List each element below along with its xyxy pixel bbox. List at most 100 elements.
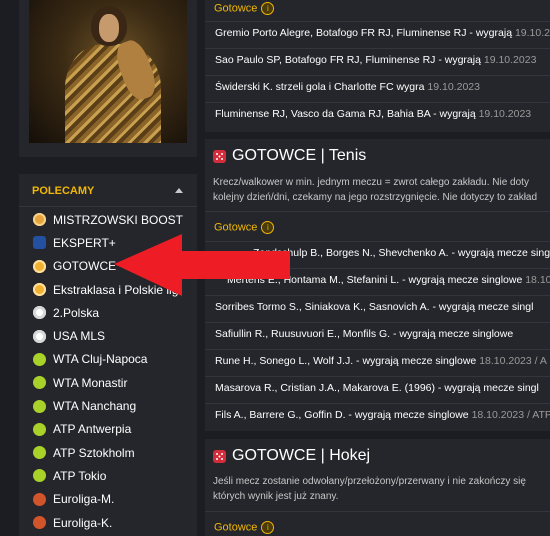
table-row[interactable]: Sao Paulo SP, Botafogo FR RJ, Fluminense… <box>205 48 550 71</box>
sidebar-item-label: Euroliga-M. <box>53 492 115 507</box>
sidebar-item-atp-sztokholm[interactable]: ATP Sztokholm <box>19 441 197 464</box>
section-title-tennis: GOTOWCE | Tenis <box>213 147 366 165</box>
bet-text: Safiullin R., Ruusuvuori E., Monfils G. … <box>215 328 514 340</box>
gotowce-label[interactable]: Gotowce i <box>214 221 275 234</box>
sidebar-item-mistrzowski-boost[interactable]: MISTRZOWSKI BOOST <box>19 208 197 231</box>
tennis-ball-icon <box>33 376 46 390</box>
sidebar-item-label: Ekstraklasa i Polskie lig <box>53 282 179 297</box>
bet-text: Gremio Porto Alegre, Botafogo FR RJ, Flu… <box>215 27 513 39</box>
table-row[interactable]: Masarova R., Cristian J.A., Makarova E. … <box>205 376 550 399</box>
bet-text: Mertens E., Hontama M., Stefanini L. - w… <box>227 274 523 286</box>
sidebar-item-label: WTA Monastir <box>53 375 128 390</box>
tennis-ball-icon <box>33 422 46 436</box>
sidebar-item-label: WTA Cluj-Napoca <box>53 352 148 367</box>
collapse-caret-icon[interactable] <box>175 188 183 193</box>
gotowce-icon <box>33 283 46 297</box>
recommended-header[interactable]: POLECAMY <box>19 174 197 207</box>
ekspert-icon <box>33 236 46 250</box>
gotowce-label[interactable]: Gotowce i <box>214 2 275 15</box>
tennis-ball-icon <box>33 446 46 460</box>
bet-text: Fluminense RJ, Vasco da Gama RJ, Bahia B… <box>215 108 476 120</box>
table-row[interactable]: Mertens E., Hontama M., Stefanini L. - w… <box>205 268 550 291</box>
info-icon[interactable]: i <box>261 521 275 534</box>
sidebar-item-label: ATP Antwerpia <box>53 422 132 437</box>
sidebar-item-label: GOTOWCE <box>53 259 117 274</box>
table-row[interactable]: Zandschulp B., Borges N., Shevchenko A. … <box>205 241 550 264</box>
bet-text: Fils A., Barrere G., Goffin D. - wygrają… <box>215 409 469 421</box>
bet-date: 18.10.2023 / A <box>479 355 547 367</box>
sidebar-item-atp-antwerpia[interactable]: ATP Antwerpia <box>19 418 197 441</box>
sidebar-item-2-polska[interactable]: 2.Polska <box>19 301 197 324</box>
dice-icon <box>213 449 226 463</box>
bet-date: 19.10.2023 <box>427 81 480 93</box>
main-content: Gotowce i Gremio Porto Alegre, Botafogo F… <box>205 0 550 536</box>
sidebar-item-label: ATP Sztokholm <box>53 445 135 460</box>
left-sidebar: POLECAMY MISTRZOWSKI BOOST EKSPERT+ GOTO… <box>0 0 205 536</box>
table-row[interactable]: Fluminense RJ, Vasco da Gama RJ, Bahia B… <box>205 102 550 125</box>
description-line: kolejny dzień/dni, czekamy na jego rozst… <box>213 192 538 203</box>
dice-icon <box>213 149 226 163</box>
basketball-icon <box>33 492 46 506</box>
description-line: Jeśli mecz zostanie odwołany/przełożony/… <box>213 476 526 487</box>
gotowce-label-text: Gotowce <box>214 2 258 15</box>
bet-date: 18.10.2 <box>525 274 550 286</box>
sidebar-item-euroliga-k[interactable]: Euroliga-K. <box>19 511 197 534</box>
table-row[interactable]: Sorribes Tormo S., Siniakova K., Sasnovi… <box>205 295 550 318</box>
table-row[interactable]: Gremio Porto Alegre, Botafogo FR RJ, Flu… <box>205 21 550 44</box>
section-title-hockey: GOTOWCE | Hokej <box>213 447 370 465</box>
recommended-box: POLECAMY MISTRZOWSKI BOOST EKSPERT+ GOTO… <box>19 174 197 536</box>
gotowce-label[interactable]: Gotowce i <box>214 521 275 534</box>
promo-image[interactable] <box>29 0 187 143</box>
sidebar-item-wta-nanchang[interactable]: WTA Nanchang <box>19 394 197 417</box>
tennis-ball-icon <box>33 352 46 366</box>
sidebar-item-gotowce[interactable]: GOTOWCE <box>19 255 197 278</box>
football-icon <box>33 306 46 320</box>
gotowce-icon <box>33 259 46 273</box>
info-icon[interactable]: i <box>261 221 275 234</box>
sidebar-item-label: 2.Polska <box>53 305 100 320</box>
sidebar-item-label: Euroliga-K. <box>53 515 113 530</box>
gotowce-label-text: Gotowce <box>214 521 258 534</box>
sidebar-item-wta-monastir[interactable]: WTA Monastir <box>19 371 197 394</box>
table-row[interactable]: Świderski K. strzeli gola i Charlotte FC… <box>205 75 550 98</box>
info-icon[interactable]: i <box>261 2 275 15</box>
promo-banner[interactable] <box>19 0 197 157</box>
section-title-text: GOTOWCE | Hokej <box>232 447 371 464</box>
section-description: Krecz/walkower w min. jednym meczu = zwr… <box>213 175 550 205</box>
bet-date: 19.10.2023 <box>478 108 532 120</box>
table-row[interactable]: Safiullin R., Ruusuvuori E., Monfils G. … <box>205 322 550 345</box>
bet-text: Świderski K. strzeli gola i Charlotte FC… <box>215 81 425 93</box>
bet-text: Zandschulp B., Borges N., Shevchenko A. … <box>253 247 550 259</box>
sidebar-item-label: USA MLS <box>53 329 106 344</box>
gotowce-label-text: Gotowce <box>214 221 258 234</box>
sidebar-item-euroliga-m[interactable]: Euroliga-M. <box>19 488 197 511</box>
sidebar-item-label: MISTRZOWSKI BOOST <box>53 212 184 227</box>
hockey-gotowce-panel: GOTOWCE | Hokej Jeśli mecz zostanie odwo… <box>205 439 550 536</box>
description-line: Krecz/walkower w min. jednym meczu = zwr… <box>213 177 529 188</box>
sidebar-item-ekspert[interactable]: EKSPERT+ <box>19 231 197 254</box>
table-row[interactable]: Rune H., Sonego L., Wolf J.J. - wygrają … <box>205 349 550 372</box>
bet-text: Sao Paulo SP, Botafogo FR RJ, Fluminense… <box>215 54 481 66</box>
boost-icon <box>33 213 46 227</box>
football-icon <box>33 329 46 343</box>
basketball-icon <box>33 516 46 529</box>
bet-date: 19.10.2023 <box>483 54 537 66</box>
bet-text: Masarova R., Cristian J.A., Makarova E. … <box>215 382 539 394</box>
sidebar-item-label: EKSPERT+ <box>53 235 116 250</box>
tennis-gotowce-panel: GOTOWCE | Tenis Krecz/walkower w min. je… <box>205 139 550 431</box>
sidebar-item-usa-mls[interactable]: USA MLS <box>19 324 197 347</box>
sidebar-item-ekstraklasa[interactable]: Ekstraklasa i Polskie lig <box>19 278 197 301</box>
tennis-ball-icon <box>33 399 46 413</box>
bet-date: 18.10.2023 / ATP <box>471 409 550 421</box>
sidebar-item-label: ATP Tokio <box>53 468 107 483</box>
bet-text: Rune H., Sonego L., Wolf J.J. - wygrają … <box>215 355 477 367</box>
description-line: których wynik jest już znany. <box>213 491 339 502</box>
sidebar-item-wta-cluj-napoca[interactable]: WTA Cluj-Napoca <box>19 348 197 371</box>
recommended-title: POLECAMY <box>32 185 95 197</box>
sidebar-item-atp-tokio[interactable]: ATP Tokio <box>19 464 197 487</box>
section-title-text: GOTOWCE | Tenis <box>232 147 367 164</box>
sidebar-item-label: WTA Nanchang <box>53 399 137 414</box>
table-row[interactable]: Fils A., Barrere G., Goffin D. - wygrają… <box>205 403 550 426</box>
recommended-list: MISTRZOWSKI BOOST EKSPERT+ GOTOWCE Ekstr… <box>19 208 197 534</box>
tennis-ball-icon <box>33 469 46 483</box>
